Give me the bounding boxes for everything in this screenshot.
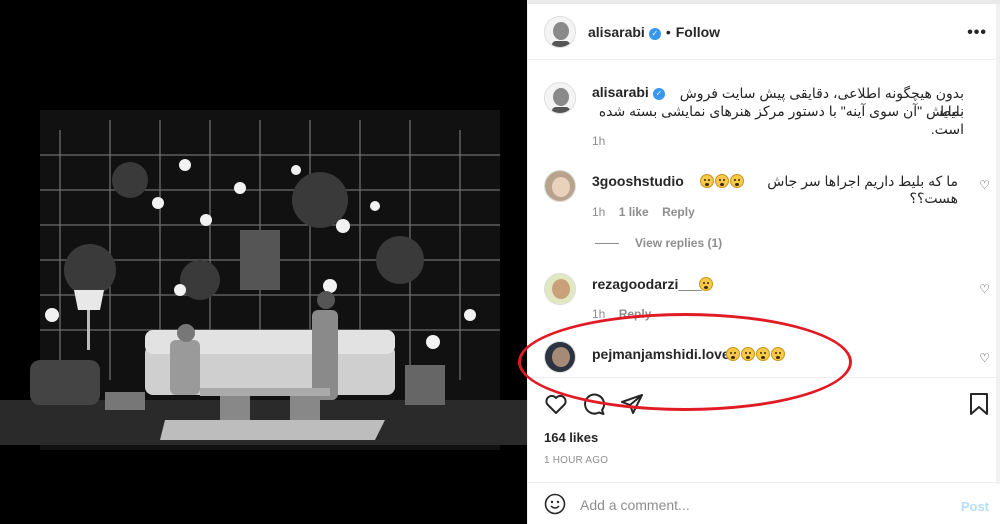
caption-line-2: نمایش "آن سوی آینه" با دستور مرکز هنرهای… (598, 103, 964, 137)
post-comment-button[interactable]: Post (961, 499, 989, 514)
post-photo[interactable] (0, 0, 527, 524)
share-icon[interactable] (620, 392, 644, 416)
comment-1-time[interactable]: 1h (592, 205, 605, 219)
comment-3-username[interactable]: pejmanjamshidi.lover (592, 346, 735, 362)
post-timestamp[interactable]: 1 HOUR AGO (544, 455, 608, 466)
astonished-emoji-icon (756, 347, 770, 361)
astonished-emoji-icon (771, 347, 785, 361)
caption-username[interactable]: alisarabi (592, 84, 649, 100)
likes-count[interactable]: 164 likes (544, 430, 598, 445)
caption-author-line: alisarabi ✓ (592, 84, 665, 102)
author-avatar[interactable] (544, 16, 576, 48)
comment-input[interactable] (580, 495, 940, 515)
comment-1-username[interactable]: 3gooshstudio (592, 173, 684, 189)
comment-2-reply-button[interactable]: Reply (619, 307, 652, 321)
comment-1-likes[interactable]: 1 like (619, 205, 649, 219)
view-replies-label: View replies (1) (635, 236, 723, 250)
scrollbar[interactable] (996, 4, 1000, 484)
view-replies-button[interactable]: View replies (1) (595, 236, 722, 250)
astonished-emoji-icon (715, 174, 729, 188)
author-avatar-image (545, 17, 575, 47)
view-replies-line (595, 243, 619, 245)
astonished-emoji-icon (730, 174, 744, 188)
astonished-emoji-icon (741, 347, 755, 361)
stage-photo-image (0, 0, 527, 524)
like-comment-heart-icon[interactable]: ♡ (979, 178, 990, 192)
comment-2-username[interactable]: rezagoodarzi___ (592, 276, 702, 292)
more-options-icon[interactable]: ••• (967, 24, 987, 42)
comment-icon[interactable] (582, 392, 606, 416)
verified-badge-icon: ✓ (652, 88, 665, 100)
caption-avatar[interactable] (544, 82, 576, 114)
heart-icon[interactable] (544, 392, 568, 416)
verified-badge-icon: ✓ (648, 28, 661, 40)
comment-1-text: ما که بلیط داریم اجراها سر جاش هست؟؟ (767, 173, 958, 206)
commenter-avatar-image (545, 274, 575, 304)
astonished-emoji-icon (700, 174, 714, 188)
comment-2-time[interactable]: 1h (592, 307, 605, 321)
caption-avatar-image (545, 83, 575, 113)
astonished-emoji-icon (726, 347, 740, 361)
like-comment-heart-icon[interactable]: ♡ (979, 282, 990, 296)
bookmark-icon[interactable] (968, 392, 990, 416)
comment-1-meta: 1h 1 like Reply (592, 205, 695, 219)
sad-emoji-icon (699, 277, 713, 291)
post-panel: alisarabi ✓ • Follow ••• alisarabi ✓ بدون هی… (527, 0, 1000, 524)
commenter-avatar[interactable] (544, 273, 576, 305)
comment-composer: Post (528, 482, 1000, 524)
author-username[interactable]: alisarabi (588, 24, 645, 40)
comment-2-meta: 1h Reply (592, 307, 651, 321)
comment-1-emojis (700, 173, 745, 189)
comment-1-reply-button[interactable]: Reply (662, 205, 695, 219)
commenter-avatar[interactable] (544, 170, 576, 202)
comment-2-emojis (699, 276, 714, 292)
commenter-avatar[interactable] (544, 341, 576, 373)
separator-dot: • (665, 24, 671, 40)
follow-button[interactable]: Follow (676, 24, 720, 40)
post-header: alisarabi ✓ • Follow ••• (528, 4, 1000, 60)
commenter-avatar-image (545, 171, 575, 201)
commenter-avatar-image (545, 342, 575, 372)
like-comment-heart-icon[interactable]: ♡ (979, 351, 990, 365)
emoji-icon[interactable] (544, 493, 566, 515)
action-bar (528, 377, 1000, 425)
caption-time[interactable]: 1h (592, 134, 605, 148)
comment-3-emojis (726, 346, 786, 362)
header-author-line: alisarabi ✓ • Follow (588, 24, 720, 40)
